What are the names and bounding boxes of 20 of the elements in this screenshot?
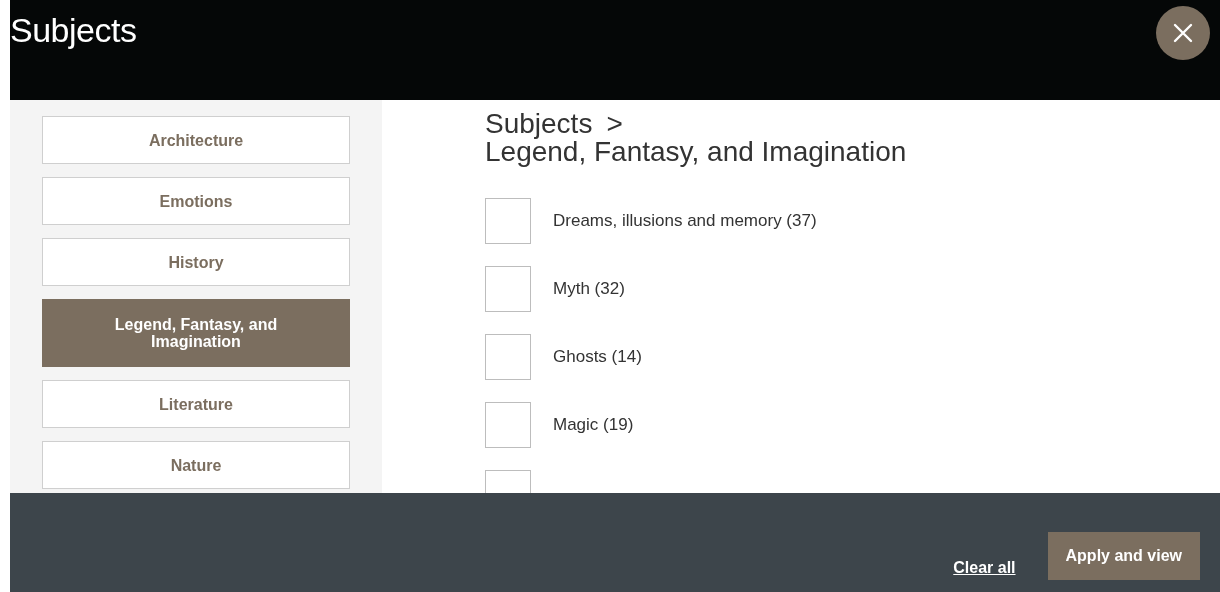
subject-tab[interactable]: Nature [42, 441, 350, 489]
checkbox[interactable] [485, 402, 531, 448]
close-button[interactable] [1156, 6, 1210, 60]
checkbox[interactable] [485, 198, 531, 244]
subject-tab[interactable]: Emotions [42, 177, 350, 225]
subject-tab[interactable]: Literature [42, 380, 350, 428]
option-label: Ghosts (14) [553, 347, 642, 367]
option-label: Myth (32) [553, 279, 625, 299]
option-label: Dreams, illusions and memory (37) [553, 211, 817, 231]
option-label: Magic (19) [553, 415, 634, 435]
dialog-title: Subjects [10, 10, 137, 51]
checkbox[interactable] [485, 334, 531, 380]
clear-all-link[interactable]: Clear all [953, 559, 1016, 577]
subject-tab[interactable]: Architecture [42, 116, 350, 164]
subject-tab[interactable]: History [42, 238, 350, 286]
apply-button[interactable]: Apply and view [1047, 532, 1200, 580]
checkbox[interactable] [485, 266, 531, 312]
close-icon [1173, 23, 1193, 43]
subject-tab[interactable]: Legend, Fantasy, and Imagination [42, 299, 350, 367]
breadcrumb-separator: > [606, 112, 623, 136]
